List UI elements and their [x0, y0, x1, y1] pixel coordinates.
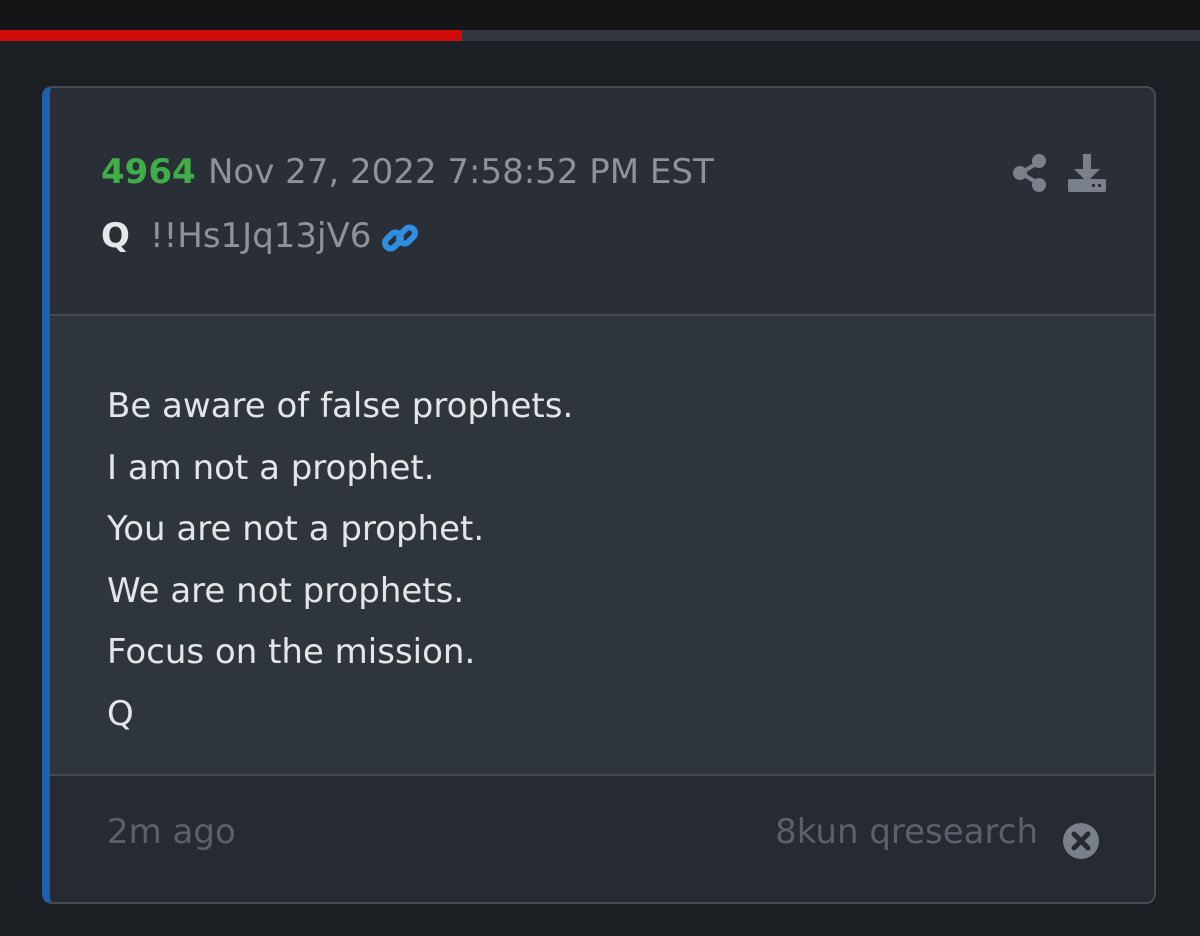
link-icon[interactable] [380, 218, 420, 258]
time-ago: 2m ago [107, 812, 236, 852]
share-icon[interactable] [1010, 152, 1050, 194]
message-line: Be aware of false prophets. [107, 386, 574, 426]
post-tripcode: !!Hs1Jq13jV6 [150, 216, 372, 256]
message-line: Q [107, 693, 134, 734]
post-author: Q [101, 216, 130, 256]
post-number[interactable]: 4964 [101, 152, 196, 192]
progress-bar-fill [0, 30, 462, 41]
progress-bar [0, 30, 1200, 41]
post-header: 4964 Nov 27, 2022 7:58:52 PM EST Q !!Hs1… [50, 88, 1154, 316]
post-body: Be aware of false prophets. I am not a p… [50, 316, 1154, 776]
post-date: Nov 27, 2022 7:58:52 PM EST [208, 152, 714, 192]
post-card: 4964 Nov 27, 2022 7:58:52 PM EST Q !!Hs1… [42, 86, 1156, 904]
post-message: Be aware of false prophets. I am not a p… [107, 376, 573, 745]
message-line: You are not a prophet. [107, 509, 485, 549]
message-line: Focus on the mission. [107, 632, 476, 672]
close-circle-icon[interactable] [1062, 822, 1100, 860]
top-bar [0, 0, 1200, 30]
post-source[interactable]: 8kun qresearch [775, 812, 1038, 852]
message-line: I am not a prophet. [107, 447, 435, 488]
download-icon[interactable] [1066, 152, 1108, 194]
message-line: We are not prophets. [107, 570, 465, 611]
post-footer: 2m ago 8kun qresearch [50, 776, 1154, 902]
